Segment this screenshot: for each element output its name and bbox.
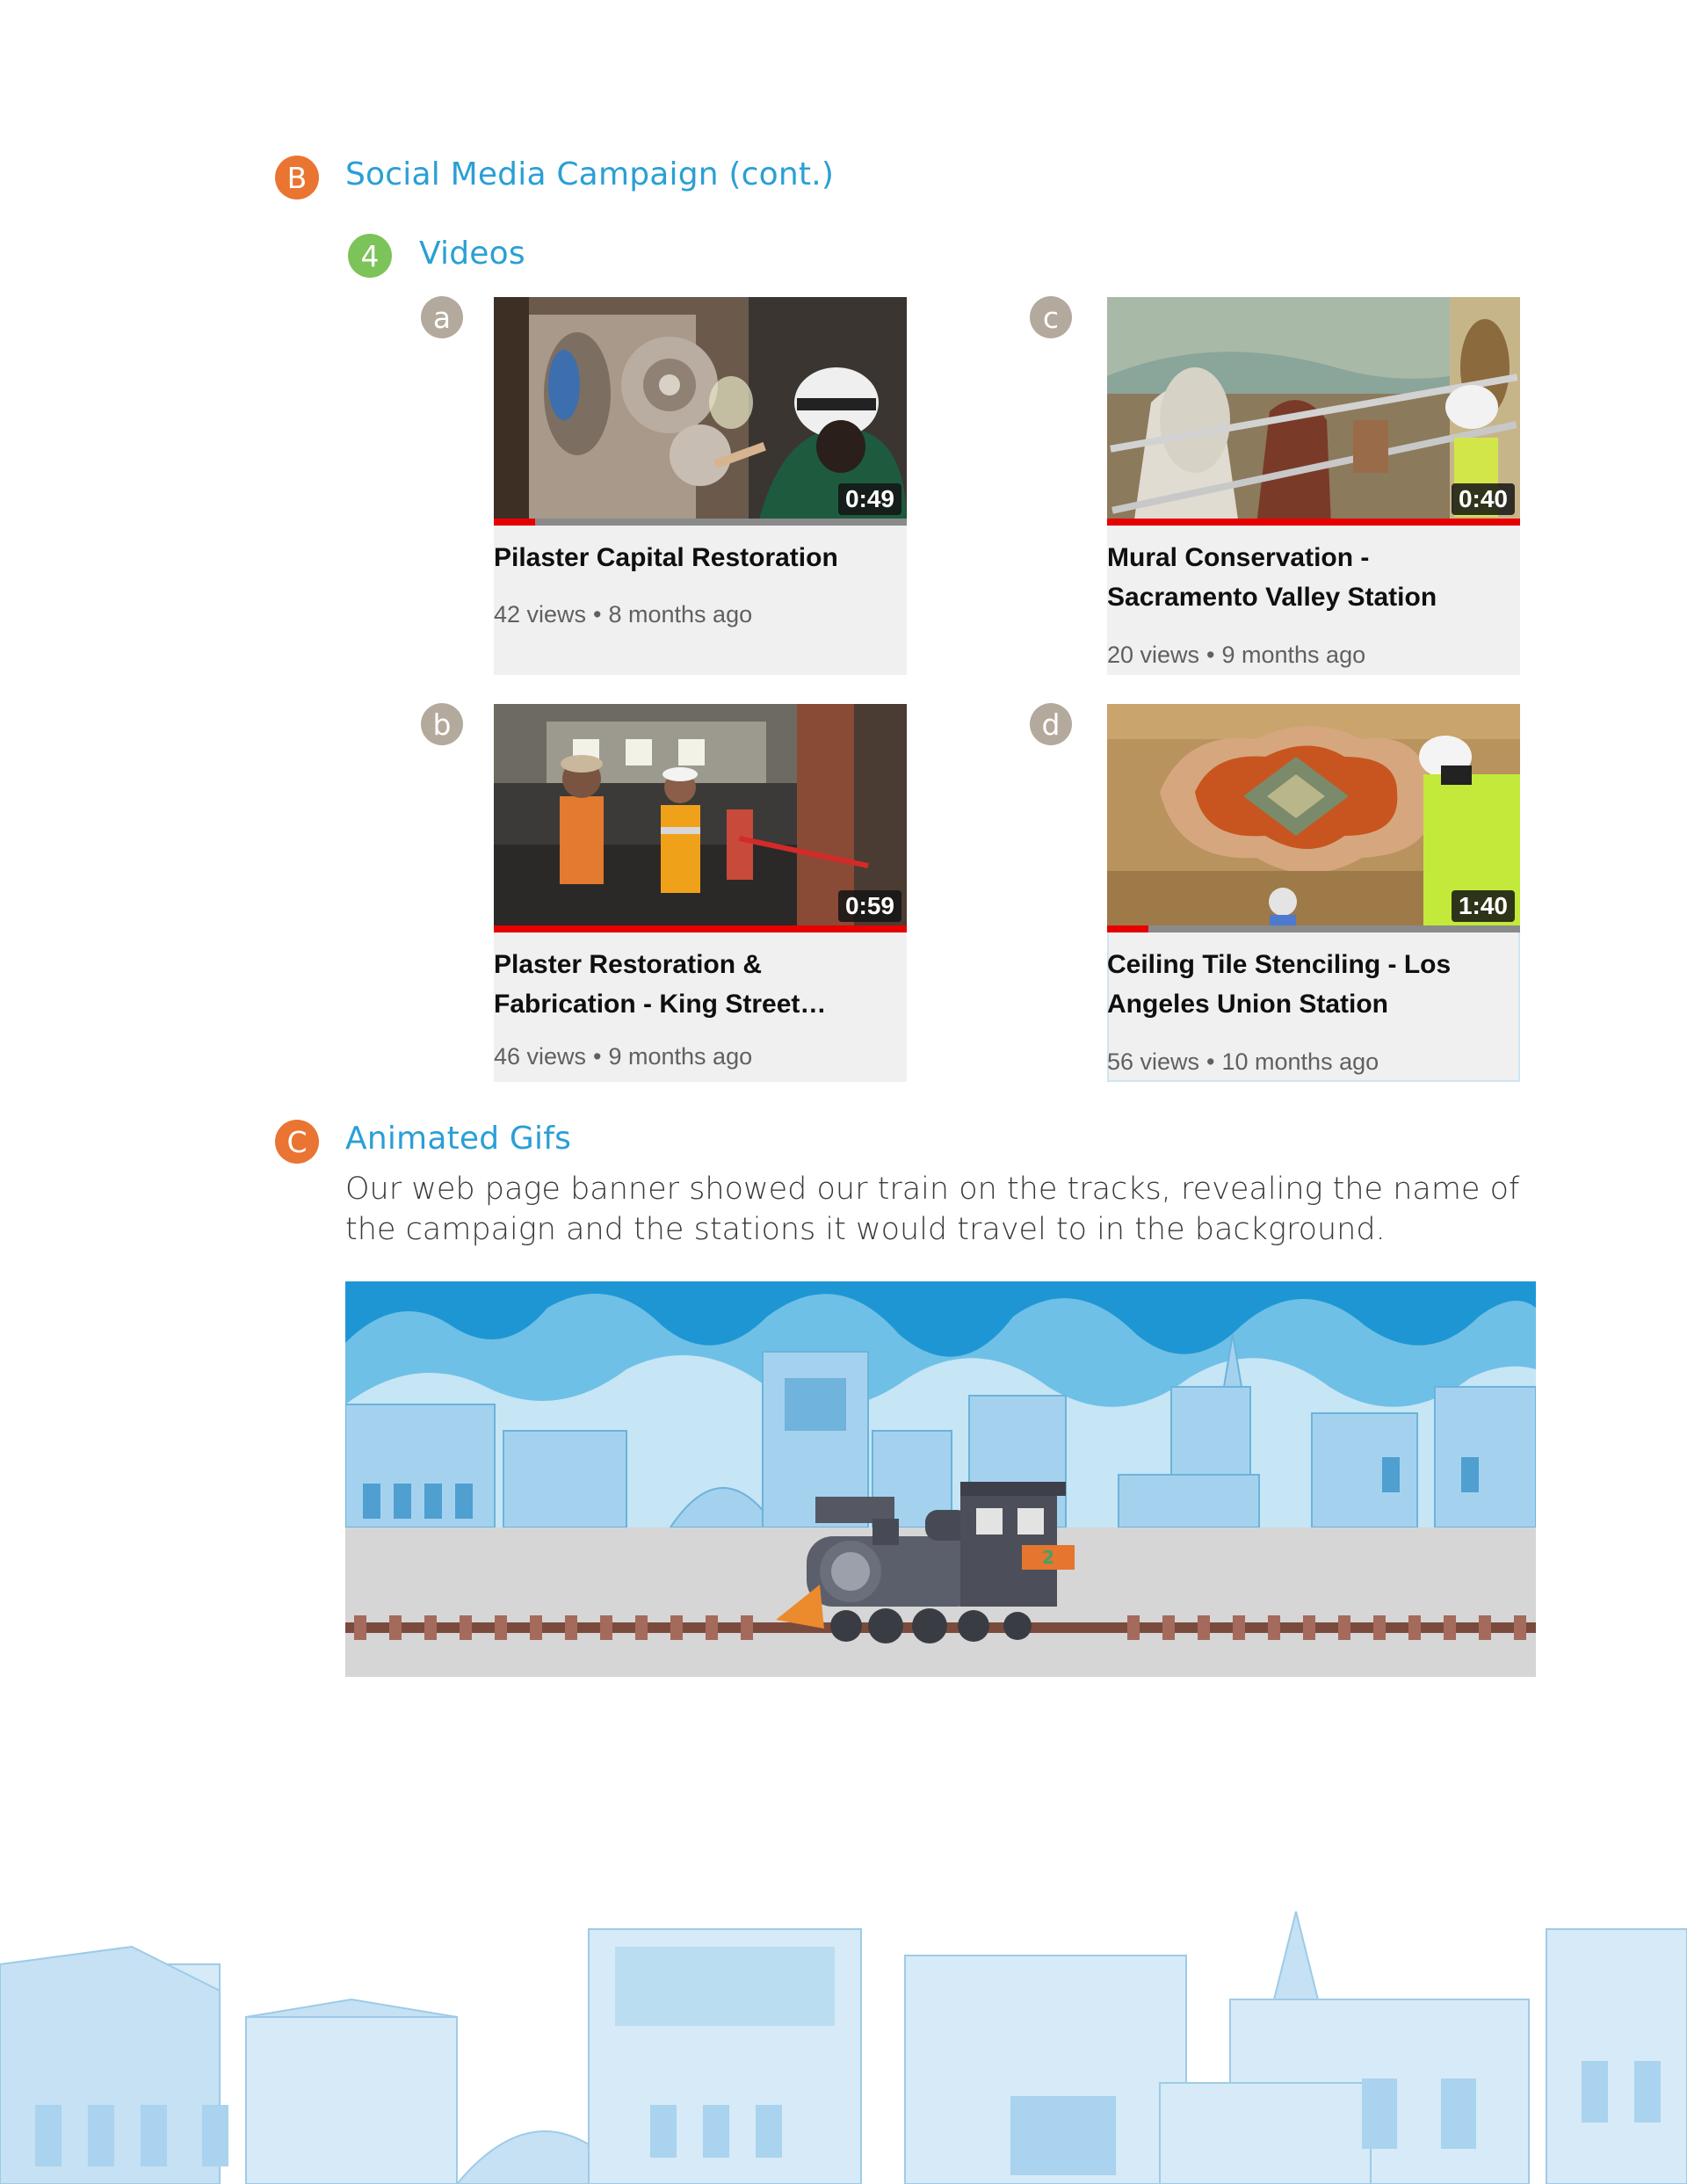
video-thumbnail[interactable]: 1:40 bbox=[1107, 704, 1520, 932]
meta-separator: • bbox=[593, 601, 602, 628]
video-tag-b: b bbox=[421, 703, 463, 745]
video-tag-label: a bbox=[432, 300, 452, 335]
videos-heading: Videos bbox=[419, 236, 525, 272]
video-title[interactable]: Ceiling Tile Stenciling - Los Angeles Un… bbox=[1107, 945, 1511, 1024]
video-meta: 56 views • 10 months ago bbox=[1107, 1048, 1379, 1076]
video-views: 56 views bbox=[1107, 1048, 1200, 1075]
section-c-title: Animated Gifs bbox=[345, 1121, 572, 1157]
video-meta: 20 views • 9 months ago bbox=[1107, 642, 1365, 669]
video-thumbnail[interactable]: 0:59 bbox=[494, 704, 907, 932]
svg-text:2: 2 bbox=[1042, 1547, 1054, 1568]
video-card-pilaster[interactable]: 0:49 Pilaster Capital Restoration 42 vie… bbox=[494, 297, 907, 675]
video-meta: 46 views • 9 months ago bbox=[494, 1043, 752, 1070]
video-progress-fill bbox=[1107, 925, 1148, 932]
animated-banner: 2 bbox=[345, 1281, 1536, 1677]
video-progress-bar bbox=[1107, 519, 1520, 526]
videos-number: 4 bbox=[360, 238, 380, 273]
videos-number-badge: 4 bbox=[348, 234, 392, 278]
video-tag-label: d bbox=[1041, 707, 1061, 742]
video-duration: 1:40 bbox=[1451, 890, 1515, 922]
video-tag-label: c bbox=[1042, 300, 1060, 335]
meta-separator: • bbox=[1206, 642, 1215, 668]
section-b-badge: B bbox=[275, 156, 319, 200]
video-card-mural[interactable]: 0:40 Mural Conservation - Sacramento Val… bbox=[1107, 297, 1520, 675]
video-tag-label: b bbox=[432, 707, 452, 742]
video-progress-bar bbox=[494, 519, 907, 526]
section-c-letter: C bbox=[286, 1124, 308, 1159]
video-progress-fill bbox=[494, 519, 535, 526]
video-age: 8 months ago bbox=[608, 601, 753, 628]
video-duration: 0:49 bbox=[837, 483, 901, 515]
video-title[interactable]: Pilaster Capital Restoration bbox=[494, 538, 898, 577]
video-progress-fill bbox=[494, 925, 907, 932]
video-progress-bar bbox=[1107, 925, 1520, 932]
section-c-paragraph: Our web page banner showed our train on … bbox=[345, 1172, 1520, 1247]
video-age: 9 months ago bbox=[608, 1043, 753, 1070]
video-title[interactable]: Mural Conservation - Sacramento Valley S… bbox=[1107, 538, 1511, 617]
section-b-title: Social Media Campaign (cont.) bbox=[345, 156, 835, 192]
meta-separator: • bbox=[1206, 1048, 1215, 1075]
video-duration: 0:59 bbox=[837, 890, 901, 922]
video-duration: 0:40 bbox=[1451, 483, 1515, 515]
video-card-plaster[interactable]: 0:59 Plaster Restoration & Fabrication -… bbox=[494, 704, 907, 1082]
video-meta: 42 views • 8 months ago bbox=[494, 601, 752, 628]
video-views: 42 views bbox=[494, 601, 587, 628]
video-tag-a: a bbox=[421, 296, 463, 338]
section-c-badge: C bbox=[275, 1120, 319, 1164]
video-views: 46 views bbox=[494, 1043, 587, 1070]
video-title[interactable]: Plaster Restoration & Fabrication - King… bbox=[494, 945, 898, 1024]
video-progress-bar bbox=[494, 925, 907, 932]
skyline-footer-illustration bbox=[0, 1868, 1687, 2184]
video-age: 10 months ago bbox=[1221, 1048, 1379, 1075]
meta-separator: • bbox=[593, 1043, 602, 1070]
video-age: 9 months ago bbox=[1221, 642, 1366, 668]
section-b-letter: B bbox=[286, 160, 308, 195]
video-tag-d: d bbox=[1030, 703, 1072, 745]
video-tag-c: c bbox=[1030, 296, 1072, 338]
video-card-ceiling[interactable]: 1:40 Ceiling Tile Stenciling - Los Angel… bbox=[1107, 704, 1520, 1082]
video-views: 20 views bbox=[1107, 642, 1200, 668]
video-thumbnail[interactable]: 0:40 bbox=[1107, 297, 1520, 526]
video-progress-fill bbox=[1107, 519, 1520, 526]
video-thumbnail[interactable]: 0:49 bbox=[494, 297, 907, 526]
